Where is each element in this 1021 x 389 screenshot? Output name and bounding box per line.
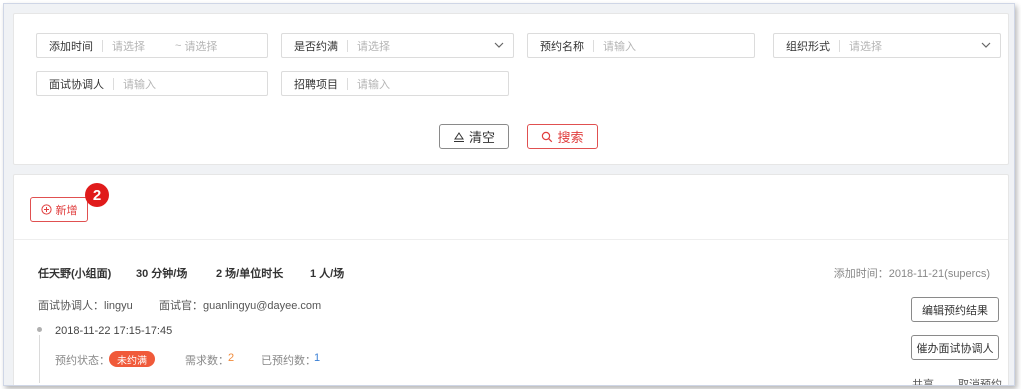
booked-count: 1 [314,352,321,364]
add-time-label: 添加时间 [49,40,93,53]
demand-count: 2 [228,352,235,364]
cancel-booking-link[interactable]: 取消预约 [958,376,1002,385]
share-link[interactable]: 共享 [912,376,934,385]
eraser-icon [453,131,465,143]
field-separator [347,39,348,52]
field-separator [593,39,594,52]
is-full-placeholder: 请选择 [357,40,390,53]
field-separator [102,39,103,52]
add-button[interactable]: 新增 [30,197,88,222]
time-slot: 2018-11-22 17:15-17:45 [55,325,173,337]
org-form-placeholder: 请选择 [849,40,882,53]
coordinator-label: 面试协调人 [49,78,104,91]
status-label: 预约状态： [55,355,110,367]
search-button[interactable]: 搜索 [527,124,598,149]
coordinator-info: 面试协调人：lingyu [38,300,133,312]
recruit-project-label: 招聘项目 [294,78,338,91]
booking-people: 1 人/场 [310,268,345,280]
interviewer-info: 面试官：guanlingyu@dayee.com [159,300,322,312]
added-time: 添加时间：2018-11-21(supercs) [833,268,990,280]
demand-label: 需求数： [185,355,229,367]
recruit-project-field[interactable]: 招聘项目 请输入 [281,71,509,96]
add-button-label: 新增 [55,204,78,217]
coordinator-field[interactable]: 面试协调人 请输入 [36,71,268,96]
status-badge: 未约满 [109,351,155,367]
booking-title: 任天野(小组面) [38,268,112,280]
field-separator [839,39,840,52]
timeline-dot [37,327,42,332]
clear-button-label: 清空 [468,130,495,145]
range-tilde: ~ [175,39,182,52]
add-time-end-input[interactable]: 请选择 [184,38,217,54]
chevron-down-icon[interactable] [494,40,504,50]
booked-label: 已预约数： [261,355,316,367]
is-full-select[interactable]: 是否约满 请选择 [281,33,514,58]
add-time-range-field[interactable]: 添加时间 请选择 ~ 请选择 [36,33,268,58]
field-separator [347,77,348,90]
search-button-label: 搜索 [557,130,584,145]
divider [14,239,1008,240]
org-form-label: 组织形式 [786,40,830,53]
timeline-line [39,335,40,383]
booking-list-panel: 新增 2 任天野(小组面) 30 分钟/场 2 场/单位时长 1 人/场 添加时… [13,174,1009,385]
org-form-select[interactable]: 组织形式 请选择 [773,33,1001,58]
field-separator [113,77,114,90]
is-full-label: 是否约满 [294,40,338,53]
booking-name-input[interactable]: 请输入 [603,38,636,54]
booking-sessions: 2 场/单位时长 [216,268,284,280]
app-frame: 添加时间 请选择 ~ 请选择 是否约满 请选择 预约名称 请输入 组织形式 请选… [3,3,1015,386]
booking-name-label: 预约名称 [540,40,584,53]
booking-duration: 30 分钟/场 [136,268,188,280]
search-icon [541,131,553,143]
filter-panel: 添加时间 请选择 ~ 请选择 是否约满 请选择 预约名称 请输入 组织形式 请选… [13,13,1009,165]
add-time-start-input[interactable]: 请选择 [112,38,145,54]
chevron-down-icon[interactable] [981,40,991,50]
edit-booking-result-button[interactable]: 编辑预约结果 [911,297,999,322]
plus-circle-icon [40,204,52,215]
clear-button[interactable]: 清空 [439,124,509,149]
recruit-project-input[interactable]: 请输入 [357,76,390,92]
coordinator-input[interactable]: 请输入 [123,76,156,92]
step-badge: 2 [85,183,109,207]
remind-coordinator-button[interactable]: 催办面试协调人 [911,335,999,360]
booking-name-field[interactable]: 预约名称 请输入 [527,33,755,58]
